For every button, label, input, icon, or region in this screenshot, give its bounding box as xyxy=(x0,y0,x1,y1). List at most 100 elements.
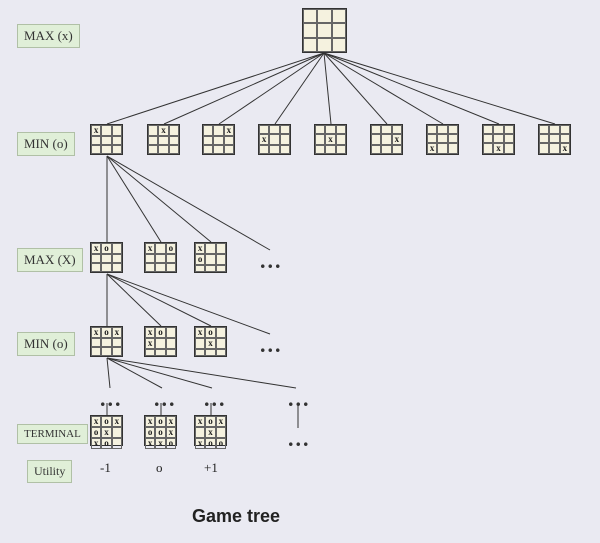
board-cell xyxy=(280,145,290,154)
board-cell xyxy=(112,427,122,438)
board-cell xyxy=(101,145,111,154)
board-cell xyxy=(216,427,226,438)
board-cell xyxy=(549,134,559,143)
board-cell xyxy=(560,125,570,134)
board-cell xyxy=(224,145,234,154)
board-cell xyxy=(205,243,215,254)
board-cell xyxy=(315,145,325,154)
board-cell xyxy=(504,143,514,154)
board-r1-0: x xyxy=(90,124,123,155)
board-cell: o xyxy=(155,427,165,438)
board-cell: x xyxy=(205,338,215,349)
board-cell xyxy=(539,134,549,143)
board-cell xyxy=(315,134,325,145)
board-cell: o xyxy=(91,427,101,438)
board-cell xyxy=(280,125,290,134)
board-cell xyxy=(195,338,205,349)
board-cell: x xyxy=(224,125,234,136)
board-r3-1: xox xyxy=(144,326,177,357)
board-cell: x xyxy=(91,125,101,136)
board-cell xyxy=(448,134,458,143)
board-cell: x xyxy=(195,327,205,338)
board-cell xyxy=(332,9,346,23)
board-cell xyxy=(166,349,176,356)
board-r1-5: x xyxy=(370,124,403,155)
board-cell xyxy=(483,143,493,154)
board-cell xyxy=(203,145,213,154)
board-cell xyxy=(216,243,226,254)
board-cell xyxy=(112,254,122,263)
board-cell xyxy=(437,125,447,134)
board-cell: o xyxy=(205,438,215,449)
board-cell xyxy=(112,438,122,449)
board-cell xyxy=(213,145,223,154)
board-cell: x xyxy=(145,416,155,427)
ellipsis-m4: ... xyxy=(288,386,311,412)
board-cell xyxy=(280,134,290,145)
board-cell xyxy=(448,143,458,154)
board-cell: x xyxy=(145,327,155,338)
board-r1-8: x xyxy=(538,124,571,155)
board-cell xyxy=(169,136,179,145)
board-cell xyxy=(91,136,101,145)
board-cell xyxy=(148,125,158,136)
board-cell xyxy=(493,125,503,134)
board-cell: x xyxy=(560,143,570,154)
board-r4-0: xoxoxxo xyxy=(90,415,123,446)
board-r1-1: x xyxy=(147,124,180,155)
board-cell: o xyxy=(205,416,215,427)
board-r3-0: xox xyxy=(90,326,123,357)
ellipsis-m1: ... xyxy=(100,386,123,412)
board-cell xyxy=(148,136,158,145)
board-cell xyxy=(195,349,205,356)
board-cell xyxy=(101,254,111,263)
board-cell xyxy=(549,125,559,134)
board-cell xyxy=(155,254,165,263)
board-cell xyxy=(325,125,335,134)
board-r1-6: x xyxy=(426,124,459,155)
board-cell xyxy=(91,263,101,272)
board-cell xyxy=(213,136,223,145)
board-cell: x xyxy=(145,338,155,349)
diagram-title: Game tree xyxy=(192,506,280,527)
board-cell xyxy=(224,136,234,145)
board-cell xyxy=(166,338,176,349)
board-r2-0: xo xyxy=(90,242,123,273)
board-cell: x xyxy=(91,327,101,338)
board-cell xyxy=(216,338,226,349)
board-r2-2: xo xyxy=(194,242,227,273)
utility-2: +1 xyxy=(204,460,218,476)
board-cell xyxy=(381,134,391,145)
board-cell xyxy=(155,349,165,356)
utility-1: o xyxy=(156,460,163,476)
board-cell xyxy=(101,338,111,347)
level-label-max1: MAX (x) xyxy=(17,24,80,48)
board-cell xyxy=(112,243,122,254)
board-cell xyxy=(504,134,514,143)
board-cell xyxy=(493,134,503,143)
level-label-max2: MAX (X) xyxy=(17,248,83,272)
board-cell: x xyxy=(91,416,101,427)
board-cell xyxy=(145,254,155,263)
board-cell: x xyxy=(145,243,155,254)
board-cell: x xyxy=(216,416,226,427)
board-cell: o xyxy=(205,327,215,338)
board-cell xyxy=(259,125,269,134)
board-cell: x xyxy=(166,416,176,427)
board-cell: x xyxy=(427,143,437,154)
board-cell xyxy=(155,263,165,272)
board-cell xyxy=(427,125,437,134)
ellipsis-m3: ... xyxy=(204,386,227,412)
board-cell xyxy=(259,145,269,154)
level-label-min1: MIN (o) xyxy=(17,132,75,156)
board-cell: o xyxy=(101,438,111,449)
board-cell xyxy=(560,134,570,143)
board-cell: x xyxy=(195,438,205,449)
board-cell xyxy=(371,134,381,145)
board-cell xyxy=(381,145,391,154)
board-cell xyxy=(203,125,213,136)
utility-0: -1 xyxy=(100,460,111,476)
board-cell xyxy=(101,136,111,145)
board-cell: o xyxy=(166,243,176,254)
level-label-terminal: TERMINAL xyxy=(17,424,88,444)
